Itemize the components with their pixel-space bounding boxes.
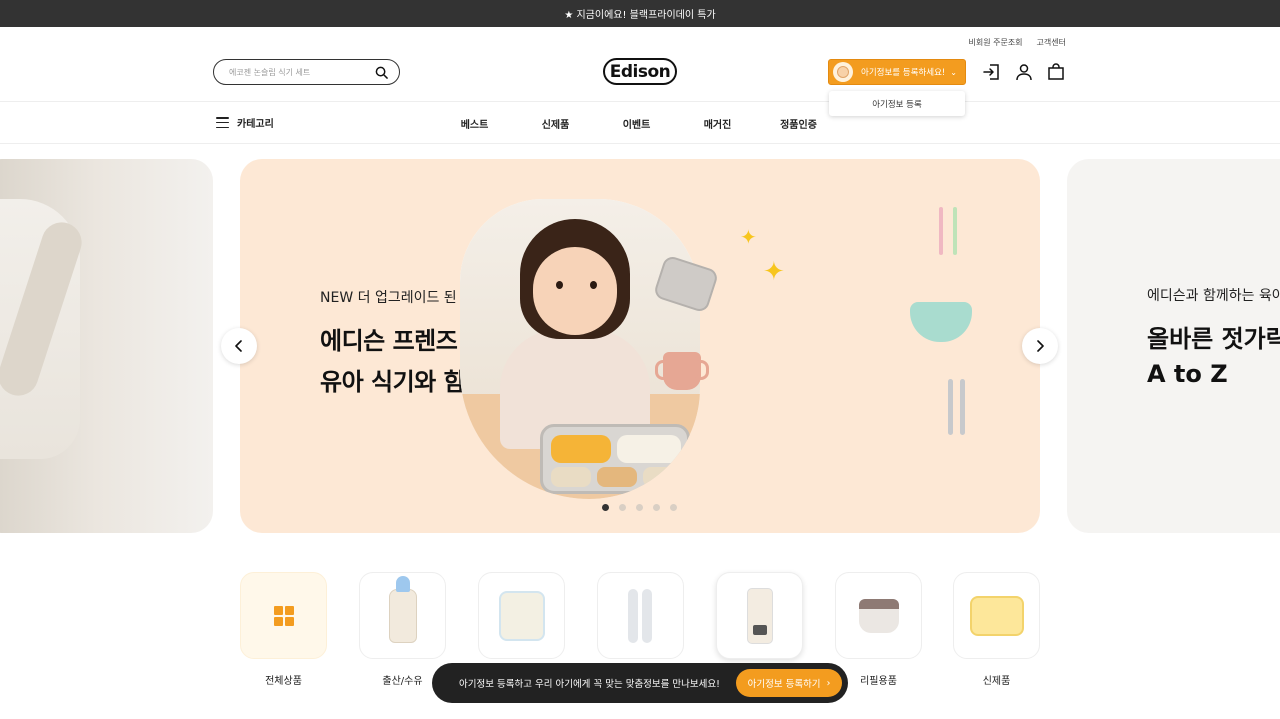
nav-item-event[interactable]: 이벤트 xyxy=(596,116,677,131)
user-icon[interactable] xyxy=(1015,63,1033,81)
chevron-right-icon: › xyxy=(826,677,831,689)
chopsticks-product-image xyxy=(935,199,967,255)
category-item-new[interactable]: 신제품 xyxy=(953,572,1040,687)
slide-subtitle: NEW 더 업그레이드 된 xyxy=(320,290,457,306)
hero-photo xyxy=(460,199,700,499)
category-item-birth-feeding[interactable]: 출산/수유 xyxy=(359,572,446,687)
category-item-all[interactable]: 전체상품 xyxy=(240,572,327,687)
sparkle-icon: ✦ xyxy=(740,225,757,249)
carousel-slide-next[interactable]: 에디슨과 함께하는 육아 올바른 젓가락 A to Z xyxy=(1067,159,1280,533)
carousel-pagination xyxy=(602,504,677,511)
search-box[interactable] xyxy=(213,59,400,85)
customer-center-link[interactable]: 고객센터 xyxy=(1037,37,1066,48)
main-nav: 카테고리 베스트 신제품 이벤트 매거진 정품인증 xyxy=(0,102,1280,144)
register-baby-info-button[interactable]: 아기정보 등록하기 › xyxy=(736,669,842,697)
slide-title-line1: 에디슨 프렌즈 xyxy=(320,327,458,355)
login-icon[interactable] xyxy=(983,63,1001,81)
baby-info-toast: 아기정보 등록하고 우리 아기에게 꼭 맞는 맞춤정보를 만나보세요! 아기정보… xyxy=(432,663,848,703)
site-header: 비회원 주문조회 고객센터 Edison 아기정보를 등록하세요! ⌄ xyxy=(0,27,1280,102)
category-item-4[interactable] xyxy=(597,572,684,672)
carousel-slide-prev[interactable] xyxy=(0,159,213,533)
chevron-down-icon: ⌄ xyxy=(950,67,957,77)
chevron-right-icon xyxy=(1037,340,1044,352)
toast-button-label: 아기정보 등록하기 xyxy=(747,679,821,690)
slide-subtitle: 에디슨과 함께하는 육아 xyxy=(1147,288,1280,304)
carousel-prev-button[interactable] xyxy=(221,328,257,364)
nav-item-authentic[interactable]: 정품인증 xyxy=(758,116,839,131)
formula-jar-icon xyxy=(498,590,545,641)
nav-item-new[interactable]: 신제품 xyxy=(515,116,596,131)
sparkle-icon: ✦ xyxy=(763,257,785,287)
refill-icon xyxy=(858,598,899,633)
category-label: 리필용품 xyxy=(860,676,897,687)
thermo-icon xyxy=(746,587,773,644)
bottle-icon xyxy=(388,575,417,643)
edison-logo[interactable]: Edison xyxy=(603,58,677,85)
carousel-dot[interactable] xyxy=(602,504,609,511)
promo-bar[interactable]: ★ 지금이에요! 블랙프라이데이 특가 xyxy=(0,0,1280,27)
category-item-3[interactable] xyxy=(478,572,565,672)
baby-info-dropdown-item[interactable]: 아기정보 등록 xyxy=(829,91,965,116)
slide-title-line2: A to Z xyxy=(1147,360,1228,388)
spoon-icon xyxy=(626,588,656,643)
search-icon[interactable] xyxy=(375,66,388,79)
nav-items: 베스트 신제품 이벤트 매거진 정품인증 xyxy=(434,116,839,131)
category-item-refill[interactable]: 리필용품 xyxy=(835,572,922,687)
carousel-next-button[interactable] xyxy=(1022,328,1058,364)
category-label: 전체상품 xyxy=(265,676,302,687)
carousel-dot[interactable] xyxy=(653,504,660,511)
cup-product-image xyxy=(655,352,709,390)
guest-order-link[interactable]: 비회원 주문조회 xyxy=(968,37,1022,48)
nav-item-magazine[interactable]: 매거진 xyxy=(677,116,758,131)
category-label: 카테고리 xyxy=(237,119,274,130)
baby-info-button[interactable]: 아기정보를 등록하세요! ⌄ xyxy=(828,59,966,85)
nav-item-best[interactable]: 베스트 xyxy=(434,116,515,131)
slide-title-line1: 올바른 젓가락 xyxy=(1147,325,1280,353)
hamburger-icon xyxy=(216,117,229,128)
header-icons xyxy=(983,63,1065,81)
baby-info-label: 아기정보를 등록하세요! xyxy=(861,68,946,78)
new-product-icon xyxy=(969,595,1024,636)
chevron-left-icon xyxy=(235,340,242,352)
cutlery-product-image xyxy=(945,379,971,435)
carousel-dot[interactable] xyxy=(619,504,626,511)
carousel-dot[interactable] xyxy=(636,504,643,511)
grid-icon xyxy=(273,605,294,626)
hero-carousel: NEW 더 업그레이드 된 에디슨 프렌즈 유아 식기와 함께! ✦ ✦ 에디슨… xyxy=(0,159,1280,533)
cart-icon[interactable] xyxy=(1047,63,1065,81)
category-label: 신제품 xyxy=(982,676,1011,687)
utility-links: 비회원 주문조회 고객센터 xyxy=(968,37,1066,48)
category-item-5[interactable] xyxy=(716,572,803,672)
search-input[interactable] xyxy=(229,67,369,77)
carousel-dot[interactable] xyxy=(670,504,677,511)
category-menu-button[interactable]: 카테고리 xyxy=(216,115,274,130)
baby-avatar-icon xyxy=(833,62,853,82)
toast-message: 아기정보 등록하고 우리 아기에게 꼭 맞는 맞춤정보를 만나보세요! xyxy=(459,679,720,690)
promo-text[interactable]: ★ 지금이에요! 블랙프라이데이 특가 xyxy=(564,6,715,21)
